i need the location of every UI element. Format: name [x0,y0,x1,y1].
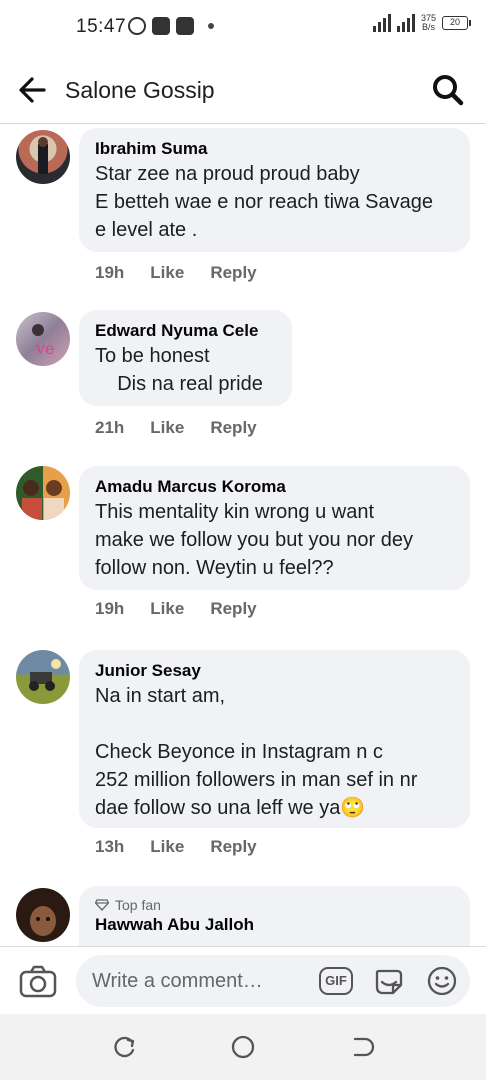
reply-button[interactable]: Reply [210,263,256,283]
comment-text: This mentality kin wrong u want make we … [95,501,413,579]
comment-text: To be honest Dis na real pride [95,345,263,395]
status-right: 375 B/s 20 [372,13,471,32]
top-fan-badge: Top fan [95,896,454,914]
comment-time[interactable]: 13h [95,837,124,857]
comment-text: Star zee na proud proud baby E betteh wa… [95,163,433,241]
comment-actions: 21h Like Reply [95,418,257,438]
emoji-icon[interactable] [426,965,458,997]
sticker-icon[interactable] [373,965,405,997]
reply-button[interactable]: Reply [210,837,256,857]
message-icon [152,17,170,35]
app-header: Salone Gossip [0,56,486,124]
svg-text:ve: ve [35,339,55,358]
comment-author[interactable]: Hawwah Abu Jalloh [95,914,454,936]
comment-author[interactable]: Amadu Marcus Koroma [95,476,454,498]
avatar[interactable]: ve [16,312,70,366]
comment-time[interactable]: 21h [95,418,124,438]
comment-text: Na in start am, Check Beyonce in Instagr… [95,685,418,819]
comment-bubble[interactable]: Ibrahim Suma Star zee na proud proud bab… [79,128,470,252]
avatar[interactable] [16,650,70,704]
like-button[interactable]: Like [150,599,184,619]
like-button[interactable]: Like [150,263,184,283]
home-icon[interactable] [230,1034,256,1060]
reply-button[interactable]: Reply [210,418,256,438]
comment-placeholder: Write a comment… [92,970,263,992]
comment-bubble[interactable]: Amadu Marcus Koroma This mentality kin w… [79,466,470,590]
like-button[interactable]: Like [150,837,184,857]
search-icon[interactable] [430,72,466,108]
comment-time[interactable]: 19h [95,599,124,619]
comments-feed[interactable]: Ibrahim Suma Star zee na proud proud bab… [0,124,486,946]
back-nav-icon[interactable] [350,1034,376,1060]
system-nav-bar [0,1014,486,1080]
comment-actions: 13h Like Reply [95,837,257,857]
comment-author[interactable]: Ibrahim Suma [95,138,454,160]
network-speed: 375 B/s [420,13,436,32]
comment-author[interactable]: Junior Sesay [95,660,454,682]
comment-time[interactable]: 19h [95,263,124,283]
more-notifications-icon [208,23,214,29]
comment-bubble[interactable]: Junior Sesay Na in start am, Check Beyon… [79,650,470,828]
comment-actions: 19h Like Reply [95,599,257,619]
notification-icons [128,17,214,35]
avatar[interactable] [16,130,70,184]
comment-input[interactable]: Write a comment… GIF [76,955,470,1007]
facebook-icon [176,17,194,35]
recent-apps-icon[interactable] [112,1034,138,1060]
avatar[interactable] [16,466,70,520]
like-button[interactable]: Like [150,418,184,438]
whatsapp-icon [128,17,146,35]
battery-icon: 20 [442,16,471,30]
page-title: Salone Gossip [65,77,215,103]
reply-button[interactable]: Reply [210,599,256,619]
diamond-icon [95,899,109,911]
comment-composer: Write a comment… GIF [0,946,486,1014]
status-bar: 15:47 375 B/s 20 [0,0,486,56]
signal-4g-icon [372,14,391,32]
comment-bubble[interactable]: Top fan Hawwah Abu Jalloh [79,886,470,946]
back-arrow-icon[interactable] [14,70,54,110]
comment-actions: 19h Like Reply [95,263,257,283]
gif-button[interactable]: GIF [319,967,353,995]
avatar[interactable] [16,888,70,942]
camera-icon[interactable] [18,964,58,1000]
comment-bubble[interactable]: Edward Nyuma Cele To be honest Dis na re… [79,310,292,406]
status-time: 15:47 [76,16,127,37]
comment-author[interactable]: Edward Nyuma Cele [95,320,276,342]
signal-icon [396,14,415,32]
